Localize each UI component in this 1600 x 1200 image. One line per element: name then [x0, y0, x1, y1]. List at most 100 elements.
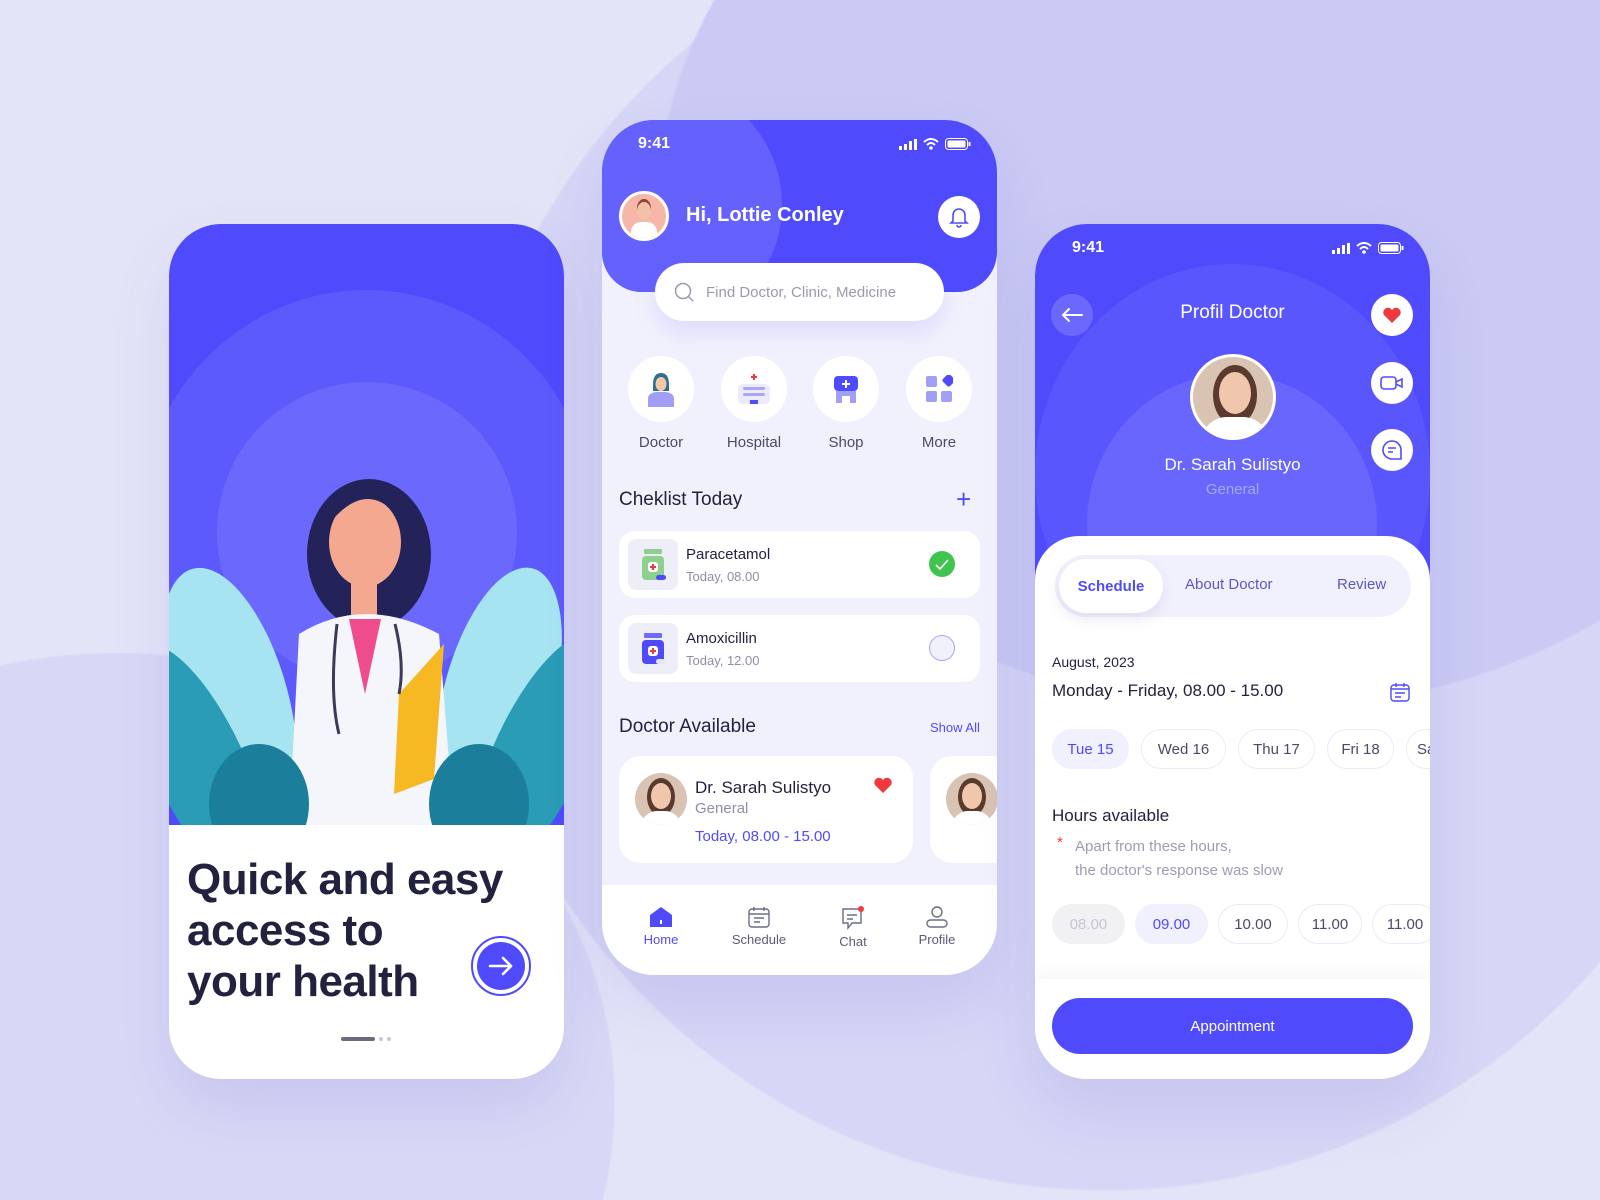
checklist-item[interactable]: Paracetamol Today, 08.00 [619, 531, 980, 598]
medicine-time: Today, 08.00 [686, 569, 760, 584]
medicine-name: Amoxicillin [686, 630, 757, 647]
medicine-name: Paracetamol [686, 546, 771, 563]
tab-about-doctor[interactable]: About Doctor [1185, 576, 1273, 593]
category-more[interactable]: More [905, 356, 973, 451]
hero-illustration [169, 224, 564, 825]
day-chip[interactable]: Wed 16 [1141, 729, 1226, 769]
nav-home[interactable]: Home [626, 905, 696, 947]
user-avatar[interactable] [619, 191, 669, 241]
more-grid-icon [926, 375, 953, 402]
nav-profile[interactable]: Profile [902, 905, 972, 947]
onboarding-headline: Quick and easy access to your health [187, 854, 503, 1007]
medicine-bottle-icon [642, 632, 666, 664]
headline-line: your health [187, 957, 419, 1006]
category-hospital[interactable]: Hospital [720, 356, 788, 451]
home-screen: 9:41 Hi, Lottie Conley Find Doctor, Clin… [602, 120, 997, 975]
doctors-title: Doctor Available [619, 716, 756, 737]
category-doctor[interactable]: Doctor [627, 356, 695, 451]
category-label: More [921, 434, 957, 451]
wifi-icon [923, 138, 939, 150]
hour-chip-selected[interactable]: 09.00 [1135, 904, 1208, 944]
day-chip[interactable]: Thu 17 [1238, 729, 1315, 769]
hour-chip-disabled: 08.00 [1052, 904, 1125, 944]
doctor-hours: Today, 08.00 - 15.00 [695, 828, 831, 845]
heart-icon [1383, 307, 1401, 323]
doctor-card[interactable]: Dr. Sarah Sulistyo General Today, 08.00 … [619, 756, 913, 863]
profile-icon [926, 906, 948, 928]
battery-icon [1378, 242, 1404, 254]
next-button[interactable] [471, 936, 531, 996]
checklist-item[interactable]: Amoxicillin Today, 12.00 [619, 615, 980, 682]
hour-chip[interactable]: 11.00 [1298, 904, 1362, 944]
shop-icon [834, 376, 858, 403]
status-time: 9:41 [638, 135, 671, 152]
search-icon [674, 282, 694, 302]
medicine-bottle-icon [642, 548, 666, 580]
tab-bar: Schedule About Doctor Review [1055, 555, 1411, 617]
working-hours: Monday - Friday, 08.00 - 15.00 [1052, 681, 1284, 700]
nav-label: Home [643, 932, 679, 947]
checklist-title: Cheklist Today [619, 489, 743, 510]
page-indicator [341, 1037, 391, 1041]
headline-line: Quick and easy [187, 855, 503, 904]
chat-icon [842, 906, 864, 930]
nav-chat[interactable]: Chat [818, 905, 888, 949]
doctor-icon [648, 373, 674, 407]
video-call-button[interactable] [1371, 362, 1413, 404]
checked-checkbox[interactable] [929, 551, 955, 577]
add-checklist-button[interactable]: + [956, 486, 971, 512]
arrow-right-icon [488, 956, 513, 976]
doctor-illustration [169, 479, 564, 825]
hour-chip[interactable]: 10.00 [1218, 904, 1288, 944]
tab-review[interactable]: Review [1337, 576, 1386, 593]
check-icon [935, 558, 949, 570]
notification-button[interactable] [938, 196, 980, 238]
unchecked-checkbox[interactable] [929, 635, 955, 661]
onboarding-screen: Quick and easy access to your health [169, 224, 564, 1079]
category-label: Doctor [638, 434, 684, 451]
doctor-name: Dr. Sarah Sulistyo [1164, 455, 1301, 474]
nav-label: Profile [918, 932, 956, 947]
calendar-icon[interactable] [1390, 682, 1410, 702]
doctor-avatar [635, 773, 687, 825]
hour-chip[interactable]: 11.00 [1372, 904, 1430, 944]
signal-icon [1332, 242, 1350, 254]
bottom-nav: Home Schedule Chat Profile [602, 885, 997, 975]
wifi-icon [1356, 242, 1372, 254]
doctor-specialty: General [695, 800, 749, 817]
doctor-profile-screen: 9:41 Profil Doctor Dr. Sarah Sulistyo Ge… [1035, 224, 1430, 1079]
doctor-avatar [1190, 354, 1276, 440]
heart-icon[interactable] [873, 777, 893, 794]
category-label: Shop [828, 434, 864, 451]
doctor-card[interactable] [930, 756, 997, 863]
home-icon [650, 907, 672, 927]
search-input[interactable]: Find Doctor, Clinic, Medicine [655, 263, 944, 321]
favorite-button[interactable] [1371, 294, 1413, 336]
nav-schedule[interactable]: Schedule [724, 905, 794, 947]
doctor-specialty: General [1205, 481, 1260, 498]
headline-line: access to [187, 906, 384, 955]
category-label: Hospital [726, 434, 782, 451]
battery-icon [945, 138, 971, 150]
day-chip-selected[interactable]: Tue 15 [1052, 729, 1129, 769]
hospital-icon [738, 374, 770, 404]
hours-title: Hours available [1052, 806, 1170, 825]
signal-icon [899, 138, 917, 150]
showcase-canvas: Quick and easy access to your health 9:4… [0, 0, 1600, 1200]
schedule-month: August, 2023 [1052, 654, 1135, 670]
day-chip[interactable]: Fri 18 [1327, 729, 1394, 769]
hours-note: Apart from these hours, the doctor's res… [1075, 835, 1283, 883]
calendar-icon [748, 907, 770, 928]
nav-label: Schedule [731, 932, 787, 947]
medicine-time: Today, 12.00 [686, 653, 760, 668]
appointment-button[interactable]: Appointment [1052, 998, 1413, 1054]
doctor-name: Dr. Sarah Sulistyo [695, 778, 832, 797]
status-icons [899, 138, 971, 150]
search-placeholder: Find Doctor, Clinic, Medicine [706, 283, 897, 301]
note-line: Apart from these hours, [1075, 838, 1232, 855]
video-icon [1380, 376, 1403, 390]
greeting: Hi, Lottie Conley [686, 204, 844, 226]
tab-schedule[interactable]: Schedule [1059, 559, 1163, 613]
show-all-link[interactable]: Show All [930, 720, 980, 735]
category-shop[interactable]: Shop [812, 356, 880, 451]
